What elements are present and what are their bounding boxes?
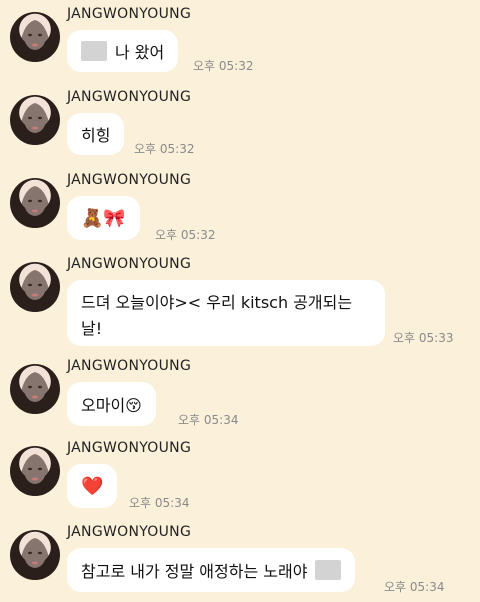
message-text: 나 왔어 [115,43,165,62]
message-bubble[interactable]: 히힝 [67,113,125,155]
avatar[interactable] [10,178,60,228]
message-text-line: 날! [81,319,103,338]
message-bubble[interactable]: 참고로 내가 정말 애정하는 노래야 [67,548,356,592]
sender-name: JANGWONYOUNG [67,172,192,188]
message-text: 히힝 [81,126,111,145]
message-bubble[interactable]: ❤️ [67,464,118,508]
message-time: 오후 05:34 [178,413,239,427]
message-time: 오후 05:34 [129,496,190,510]
avatar[interactable] [10,262,60,312]
message-time: 오후 05:32 [193,59,254,73]
avatar[interactable] [10,95,60,145]
message-time: 오후 05:33 [393,331,454,345]
message-time: 오후 05:32 [155,228,216,242]
avatar[interactable] [10,530,60,580]
avatar[interactable] [10,446,60,496]
avatar[interactable] [10,364,60,414]
avatar[interactable] [10,12,60,62]
message-time: 오후 05:32 [134,142,195,156]
sender-name: JANGWONYOUNG [67,358,192,374]
message-bubble[interactable]: 나 왔어 [67,30,179,72]
message-emoji: 🧸🎀 [81,207,126,229]
sender-name: JANGWONYOUNG [67,6,192,22]
blurred-content [81,41,107,61]
message-text-line: 드뎌 오늘이야>< 우리 kitsch 공개되는 [81,293,353,312]
sender-name: JANGWONYOUNG [67,256,192,272]
message-text: 오마이😚 [81,396,142,415]
message-text: 참고로 내가 정말 애정하는 노래야 [81,562,308,581]
message-time: 오후 05:34 [384,580,445,594]
message-bubble[interactable]: 드뎌 오늘이야>< 우리 kitsch 공개되는 날! [67,280,385,346]
sender-name: JANGWONYOUNG [67,440,192,456]
heart-icon: ❤️ [81,475,104,497]
sender-name: JANGWONYOUNG [67,524,192,540]
message-bubble[interactable]: 🧸🎀 [67,196,140,240]
blurred-content [315,560,342,580]
message-bubble[interactable]: 오마이😚 [67,382,156,426]
sender-name: JANGWONYOUNG [67,89,192,105]
